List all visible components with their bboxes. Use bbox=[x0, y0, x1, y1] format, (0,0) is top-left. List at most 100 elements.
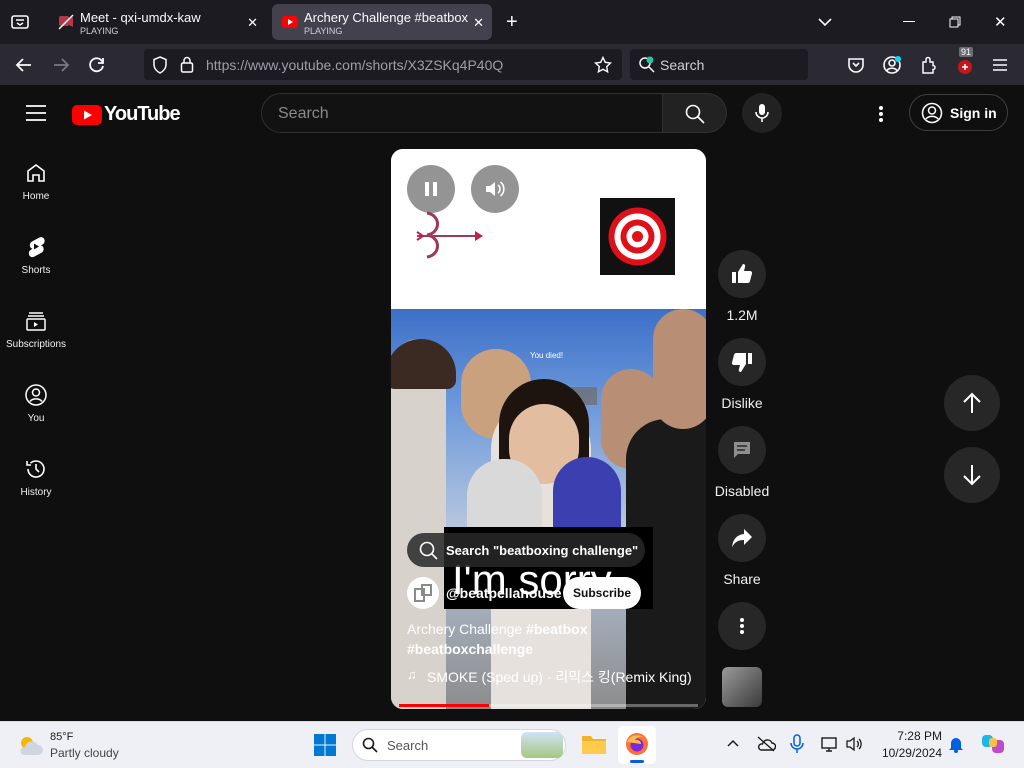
dislike-button[interactable] bbox=[718, 338, 766, 386]
close-window-icon[interactable]: ✕ bbox=[994, 13, 1007, 31]
sidebar-item-history[interactable]: History bbox=[0, 457, 72, 498]
arrow-up-icon bbox=[963, 392, 981, 413]
network-icon[interactable] bbox=[820, 735, 840, 753]
hashtag-link[interactable]: #beatbox bbox=[526, 621, 587, 637]
voice-search-button[interactable] bbox=[742, 93, 782, 133]
url-text: https://www.youtube.com/shorts/X3ZSKq4P4… bbox=[206, 57, 504, 73]
more-vert-icon bbox=[740, 618, 744, 634]
volume-button[interactable] bbox=[471, 165, 519, 213]
tab-status: PLAYING bbox=[304, 26, 343, 36]
extension-badge-count: 91 bbox=[959, 47, 974, 57]
channel-avatar[interactable] bbox=[407, 577, 439, 609]
guide-menu-icon[interactable] bbox=[26, 105, 46, 121]
pause-button[interactable] bbox=[407, 165, 455, 213]
tab-list-icon[interactable] bbox=[10, 12, 30, 32]
share-action[interactable]: Share bbox=[718, 514, 766, 587]
tab-meet[interactable]: Meet - qxi-umdx-kaw PLAYING ✕ bbox=[48, 4, 266, 40]
search-icon bbox=[419, 541, 438, 560]
close-tab-icon[interactable]: ✕ bbox=[247, 15, 258, 31]
restore-icon[interactable] bbox=[949, 16, 961, 28]
close-tab-icon[interactable]: ✕ bbox=[473, 15, 484, 31]
music-row[interactable]: ♫ SMOKE (Sped up) · 리믹스 킹(Remix King) bbox=[407, 667, 702, 685]
sound-thumbnail[interactable] bbox=[722, 667, 762, 707]
microphone-icon[interactable] bbox=[790, 734, 804, 754]
menu-icon[interactable] bbox=[991, 55, 1009, 75]
sidebar-item-home[interactable]: Home bbox=[0, 161, 72, 202]
youtube-search-placeholder: Search bbox=[278, 105, 329, 122]
like-action[interactable]: 1.2M bbox=[718, 250, 766, 323]
clock[interactable]: 7:28 PM 10/29/2024 bbox=[872, 729, 942, 760]
more-action[interactable] bbox=[718, 602, 766, 650]
extensions-icon[interactable] bbox=[919, 55, 939, 75]
weather-widget[interactable]: 85°F Partly cloudy bbox=[14, 730, 134, 762]
url-bar[interactable]: https://www.youtube.com/shorts/X3ZSKq4P4… bbox=[144, 49, 622, 80]
sidebar-item-label: Shorts bbox=[21, 265, 51, 276]
minimize-icon[interactable] bbox=[903, 21, 915, 22]
hashtag-link[interactable]: #beatboxchallenge bbox=[407, 641, 533, 657]
youtube-search-button[interactable] bbox=[663, 93, 727, 133]
browser-tab-bar: Meet - qxi-umdx-kaw PLAYING ✕ Archery Ch… bbox=[0, 0, 1024, 44]
active-app-indicator bbox=[630, 760, 644, 763]
music-note-icon: ♫ bbox=[407, 667, 417, 682]
chevron-down-icon[interactable] bbox=[817, 14, 833, 30]
back-icon[interactable] bbox=[14, 55, 34, 75]
sign-in-button[interactable]: Sign in bbox=[909, 94, 1008, 131]
progress-track[interactable] bbox=[399, 704, 698, 707]
youtube-page: YouTube Search Sign in Home Shorts Subsc… bbox=[0, 85, 1024, 721]
browser-search-field[interactable]: Search bbox=[630, 49, 808, 80]
short-title: Archery Challenge #beatbox #beatboxchalle… bbox=[407, 619, 697, 659]
account-icon[interactable] bbox=[882, 55, 902, 75]
taskbar-search[interactable]: Search bbox=[352, 729, 566, 761]
copilot-icon[interactable] bbox=[980, 731, 1006, 757]
channel-name[interactable]: @beatpellahouse bbox=[446, 585, 562, 601]
arrow-down-icon bbox=[963, 465, 981, 486]
sidebar-item-you[interactable]: You bbox=[0, 383, 72, 424]
speaker-icon[interactable] bbox=[845, 735, 863, 753]
reload-icon[interactable] bbox=[87, 55, 107, 75]
sidebar-item-label: Subscriptions bbox=[5, 339, 67, 350]
tab-youtube-short[interactable]: Archery Challenge #beatbox #b PLAYING ✕ bbox=[272, 4, 492, 40]
like-button[interactable] bbox=[718, 250, 766, 298]
search-suggestion-chip[interactable]: Search "beatboxing challenge" bbox=[407, 533, 645, 567]
more-actions-button[interactable] bbox=[718, 602, 766, 650]
subscribe-button[interactable]: Subscribe bbox=[563, 577, 641, 609]
sidebar-item-label: Home bbox=[22, 191, 50, 202]
youtube-play-icon bbox=[72, 105, 102, 125]
comments-button bbox=[718, 426, 766, 474]
short-title-text: Archery Challenge bbox=[407, 621, 527, 637]
cloud-sync-icon[interactable] bbox=[756, 735, 776, 753]
youtube-search-input[interactable]: Search bbox=[261, 93, 663, 133]
shield-icon[interactable] bbox=[152, 56, 168, 74]
music-title: SMOKE (Sped up) · 리믹스 킹(Remix King) bbox=[427, 669, 692, 685]
bookmark-star-icon[interactable] bbox=[594, 56, 612, 74]
microphone-icon bbox=[755, 104, 769, 122]
short-video-player[interactable]: You died! I'm sorry Search "beatboxing c… bbox=[391, 149, 706, 709]
shorts-icon bbox=[28, 237, 45, 258]
more-options-icon[interactable] bbox=[878, 105, 884, 123]
extension-badge-icon[interactable]: 91 bbox=[955, 47, 975, 75]
pocket-icon[interactable] bbox=[846, 55, 866, 75]
lock-icon[interactable] bbox=[180, 56, 194, 73]
start-button[interactable] bbox=[313, 733, 337, 757]
share-label: Share bbox=[723, 571, 761, 587]
meet-favicon-icon bbox=[58, 14, 74, 30]
sidebar-item-shorts[interactable]: Shorts bbox=[0, 235, 72, 276]
dislike-label: Dislike bbox=[721, 395, 763, 411]
youtube-favicon-icon bbox=[282, 16, 298, 28]
dislike-action[interactable]: Dislike bbox=[718, 338, 766, 411]
share-button[interactable] bbox=[718, 514, 766, 562]
sidebar-item-label: History bbox=[20, 487, 52, 498]
notification-bell-icon[interactable] bbox=[948, 735, 964, 753]
target-image bbox=[600, 198, 675, 275]
clock-time: 7:28 PM bbox=[897, 729, 942, 743]
share-icon bbox=[732, 529, 752, 547]
subscriptions-icon bbox=[26, 312, 46, 331]
chevron-up-icon[interactable] bbox=[727, 738, 739, 748]
previous-short-button[interactable] bbox=[944, 375, 1000, 431]
next-short-button[interactable] bbox=[944, 447, 1000, 503]
sidebar-item-subscriptions[interactable]: Subscriptions bbox=[0, 309, 72, 350]
firefox-taskbar-button[interactable] bbox=[618, 726, 656, 764]
forward-icon[interactable] bbox=[51, 55, 71, 75]
new-tab-icon[interactable]: + bbox=[506, 11, 518, 34]
file-explorer-icon[interactable] bbox=[581, 732, 607, 756]
